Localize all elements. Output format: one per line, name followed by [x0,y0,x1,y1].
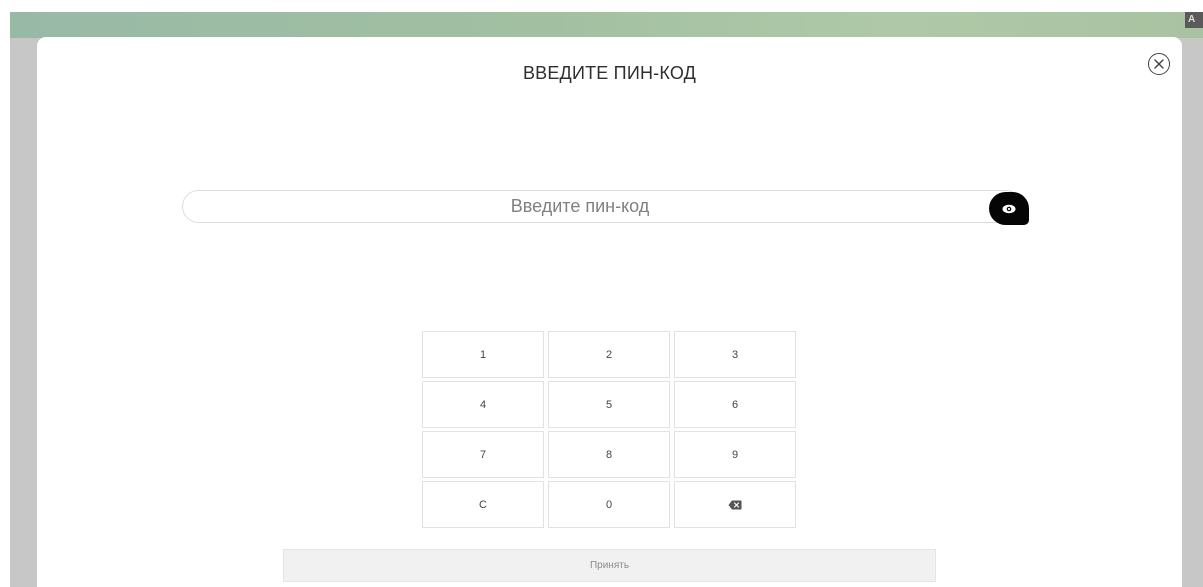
key-4[interactable]: 4 [422,381,544,428]
key-clear[interactable]: C [422,481,544,528]
pin-keypad: 1 2 3 4 5 6 7 8 9 C 0 [422,331,796,529]
key-9[interactable]: 9 [674,431,796,478]
eye-icon [1002,204,1016,213]
app-header [10,12,1203,38]
key-5[interactable]: 5 [548,381,670,428]
corner-badge: A [1185,12,1203,28]
backspace-icon [728,500,742,509]
key-6[interactable]: 6 [674,381,796,428]
pin-input[interactable] [182,190,1022,223]
key-0[interactable]: 0 [548,481,670,528]
key-1[interactable]: 1 [422,331,544,378]
key-backspace[interactable] [674,481,796,528]
show-pin-button[interactable] [989,192,1029,225]
accept-button[interactable]: Принять [283,549,936,582]
key-8[interactable]: 8 [548,431,670,478]
key-2[interactable]: 2 [548,331,670,378]
close-icon [1154,59,1164,69]
screen: A ВВЕДИТЕ ПИН-КОД 1 2 3 4 5 6 7 8 9 C 0 … [0,0,1203,587]
pin-field [182,190,1032,226]
modal-title: ВВЕДИТЕ ПИН-КОД [522,63,697,83]
close-button[interactable] [1148,53,1170,75]
key-7[interactable]: 7 [422,431,544,478]
pin-modal: ВВЕДИТЕ ПИН-КОД 1 2 3 4 5 6 7 8 9 C 0 Пр… [37,37,1182,587]
key-3[interactable]: 3 [674,331,796,378]
